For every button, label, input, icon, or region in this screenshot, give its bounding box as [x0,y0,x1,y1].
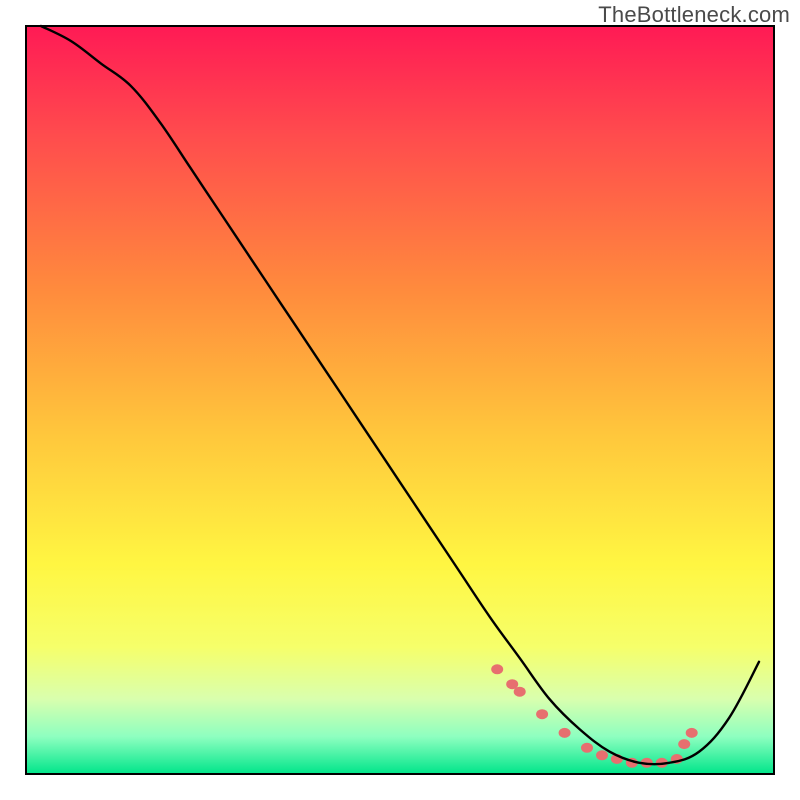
marker-point [491,664,503,674]
marker-point [686,728,698,738]
marker-point [581,743,593,753]
marker-point [559,728,571,738]
bottleneck-chart [0,0,800,800]
plot-background [26,26,774,774]
marker-point [536,709,548,719]
marker-point [596,750,608,760]
marker-point [678,739,690,749]
marker-point [514,687,526,697]
chart-frame: TheBottleneck.com [0,0,800,800]
watermark-label: TheBottleneck.com [598,2,790,28]
